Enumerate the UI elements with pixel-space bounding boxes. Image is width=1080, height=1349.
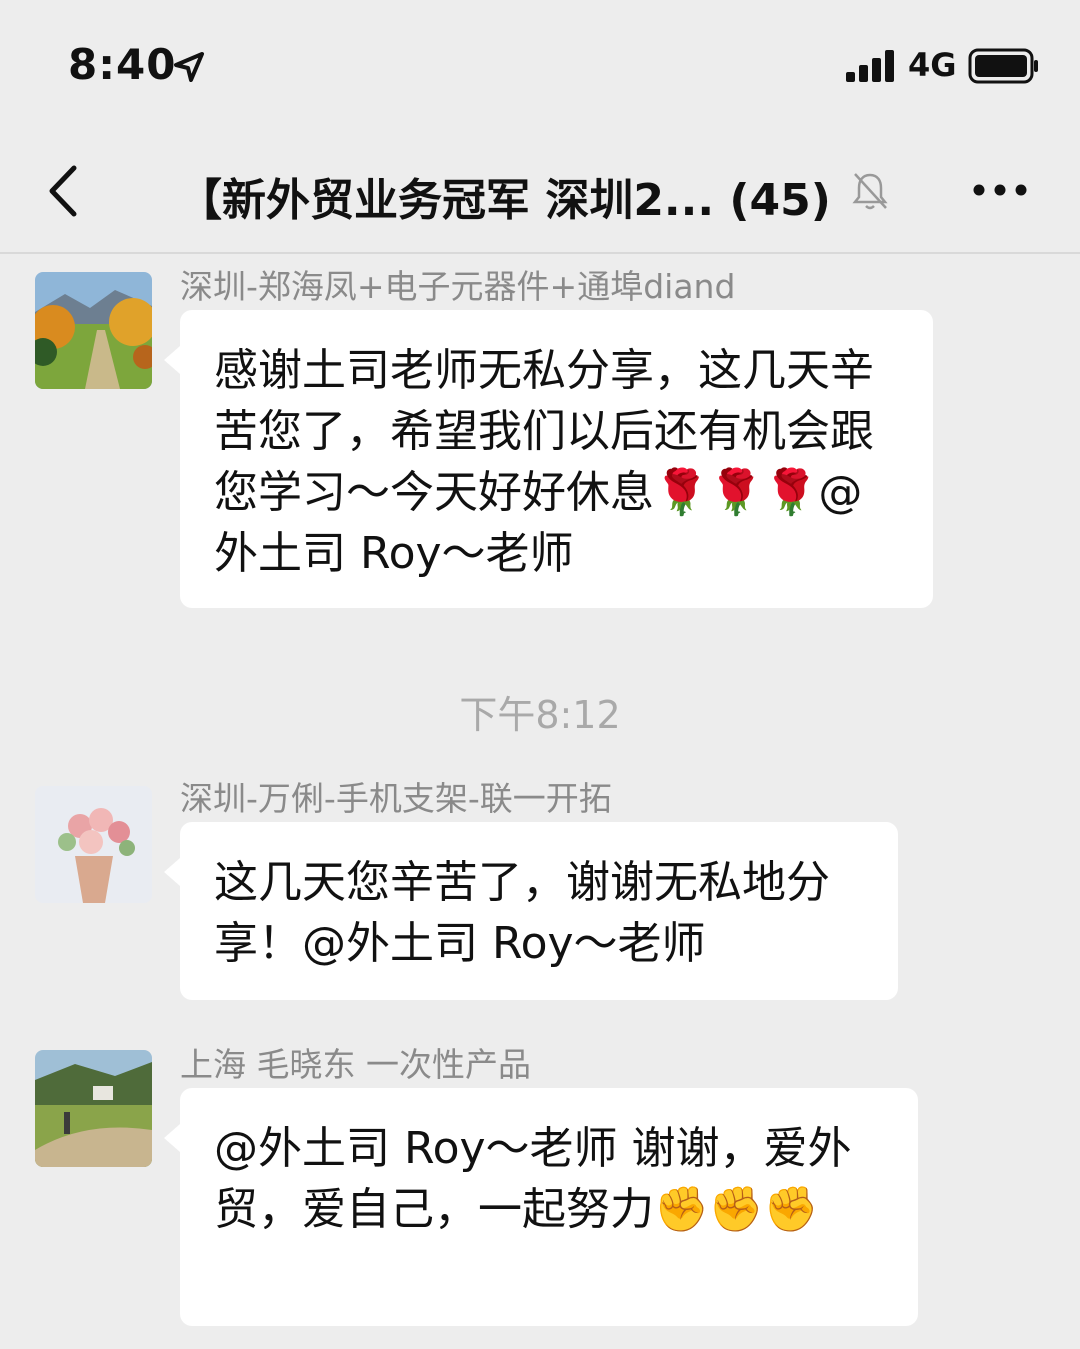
network-type: 4G <box>908 46 957 84</box>
sender-name: 深圳-郑海凤+电子元器件+通埠diand <box>180 267 736 306</box>
message-bubble[interactable]: 这几天您辛苦了，谢谢无私地分享！@外土司 Roy～老师 <box>164 822 898 1000</box>
signal-bars-icon <box>846 50 894 82</box>
flower-bouquet-avatar[interactable] <box>35 786 152 903</box>
chat-header: 【新外贸业务冠军 深圳2... (45) <box>0 130 1080 254</box>
autumn-landscape-avatar[interactable] <box>35 272 152 389</box>
status-bar: 8:40 4G <box>0 0 1080 130</box>
sender-name: 上海 毛晓东 一次性产品 <box>180 1045 531 1084</box>
message-bubble[interactable]: 感谢土司老师无私分享，这几天辛苦您了，希望我们以后还有机会跟您学习～今天好好休息… <box>164 310 933 608</box>
chat-timestamp: 下午8:12 <box>459 693 621 737</box>
sender-name: 深圳-万俐-手机支架-联一开拓 <box>180 779 612 818</box>
location-arrow-icon <box>174 52 204 82</box>
chat-title[interactable]: 【新外贸业务冠军 深圳2... (45) <box>178 164 848 228</box>
village-path-avatar[interactable] <box>35 1050 152 1167</box>
status-time: 8:40 <box>68 40 177 89</box>
back-chevron-icon[interactable] <box>44 160 84 222</box>
battery-icon <box>968 48 1038 84</box>
message-bubble[interactable]: @外土司 Roy～老师 谢谢，爱外贸，爱自己，一起努力✊✊✊ <box>164 1088 918 1326</box>
muted-bell-icon <box>852 173 888 210</box>
more-dots-icon[interactable] <box>970 175 1030 205</box>
